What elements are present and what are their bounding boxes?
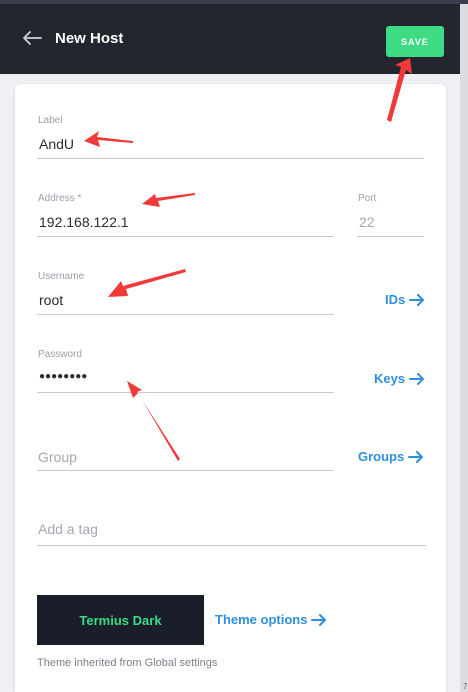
theme-name: Termius Dark xyxy=(79,612,162,628)
address-field[interactable]: 192.168.122.1 xyxy=(39,214,129,230)
ids-link-label: IDs xyxy=(385,292,406,307)
tag-input-underline xyxy=(37,545,426,546)
corner-mark: 7 xyxy=(463,682,468,691)
keys-link-label: Keys xyxy=(374,371,406,386)
password-field-underline xyxy=(37,392,334,393)
theme-options-label: Theme options xyxy=(215,612,308,627)
back-arrow-icon[interactable] xyxy=(22,30,42,46)
groups-link[interactable]: Groups xyxy=(358,449,424,464)
group-field[interactable]: Group xyxy=(38,449,77,465)
keys-link[interactable]: Keys xyxy=(374,371,425,386)
arrow-right-icon xyxy=(409,293,425,306)
port-field-caption: Port xyxy=(358,193,377,204)
port-field-underline xyxy=(357,236,424,237)
label-field-caption: Label xyxy=(38,115,63,126)
arrow-right-icon xyxy=(409,372,425,385)
address-field-underline xyxy=(37,236,334,237)
page-title: New Host xyxy=(55,30,124,47)
group-field-underline xyxy=(37,470,334,471)
theme-options-link[interactable]: Theme options xyxy=(215,612,327,627)
save-button[interactable]: SAVE xyxy=(386,26,444,57)
window-edge xyxy=(460,4,468,692)
username-field-caption: Username xyxy=(38,271,85,282)
username-field-underline xyxy=(37,314,334,315)
port-field[interactable]: 22 xyxy=(359,214,375,230)
arrow-right-icon xyxy=(408,450,424,463)
username-field[interactable]: root xyxy=(39,292,63,308)
theme-inherit-note: Theme inherited from Global settings xyxy=(37,657,218,669)
ids-link[interactable]: IDs xyxy=(385,292,425,307)
label-field[interactable]: AndU xyxy=(39,136,74,152)
password-field[interactable]: ●●●●●●●● xyxy=(39,371,87,382)
password-field-caption: Password xyxy=(38,349,82,360)
tag-input[interactable]: Add a tag xyxy=(38,521,98,537)
groups-link-label: Groups xyxy=(358,449,405,464)
theme-preview[interactable]: Termius Dark xyxy=(37,595,204,645)
arrow-right-icon xyxy=(311,613,327,626)
address-field-caption: Address * xyxy=(38,193,82,204)
label-field-underline xyxy=(37,158,424,159)
app-header: New Host SAVE xyxy=(0,4,460,74)
